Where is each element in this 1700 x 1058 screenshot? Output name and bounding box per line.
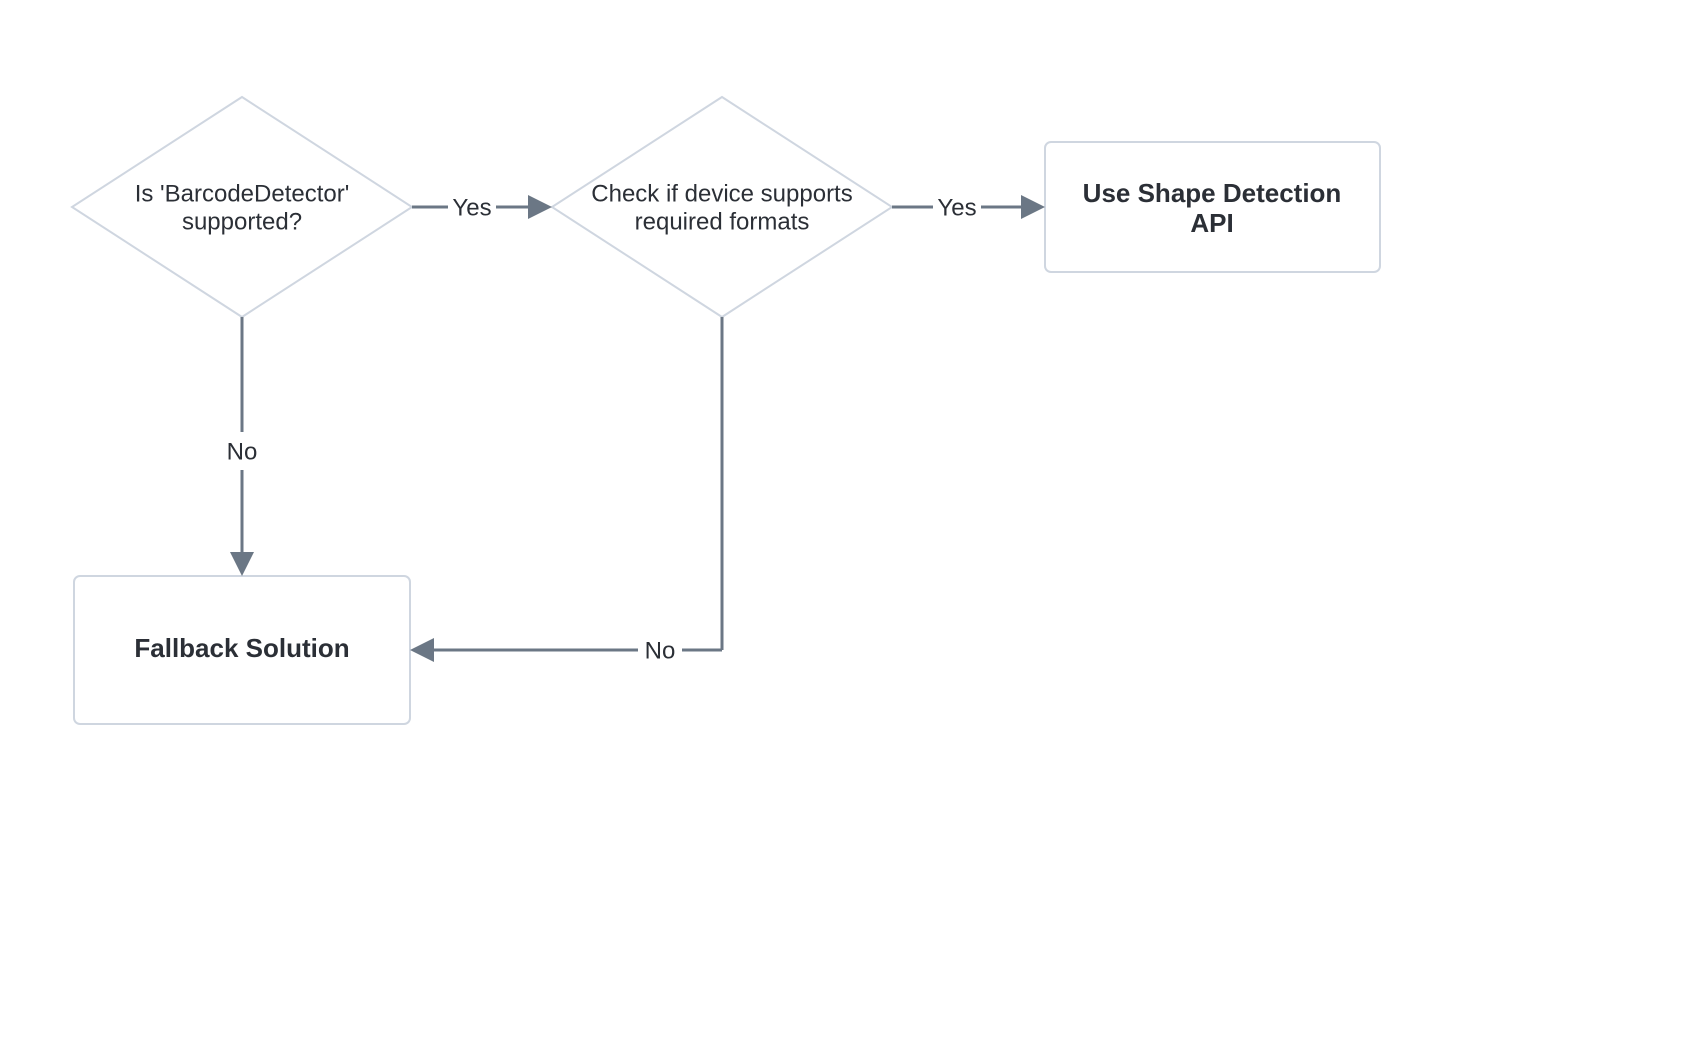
- edge-d1-no-label: No: [227, 438, 258, 465]
- edge-d1-yes-label: Yes: [452, 194, 491, 221]
- result1-line2: API: [1190, 208, 1233, 238]
- edge-d2-yes: Yes: [892, 190, 1039, 224]
- edge-d2-no: No: [416, 317, 722, 667]
- decision-barcodedetector-supported: Is 'BarcodeDetector' supported?: [72, 97, 412, 317]
- result2-line1: Fallback Solution: [134, 633, 349, 663]
- result-fallback-solution: Fallback Solution: [74, 576, 410, 724]
- edge-d2-no-label: No: [645, 637, 676, 664]
- decision2-line1: Check if device supports: [591, 180, 852, 207]
- edge-d2-yes-label: Yes: [937, 194, 976, 221]
- decision-device-supports-formats: Check if device supports required format…: [552, 97, 892, 317]
- decision1-line2: supported?: [182, 208, 302, 235]
- flowchart-diagram: Is 'BarcodeDetector' supported? Check if…: [0, 0, 1700, 1058]
- decision2-line2: required formats: [635, 208, 810, 235]
- edge-d1-no: No: [222, 317, 262, 570]
- result-use-shape-detection-api: Use Shape Detection API: [1045, 142, 1380, 272]
- result1-line1: Use Shape Detection: [1083, 178, 1342, 208]
- edge-d1-yes: Yes: [412, 190, 546, 224]
- decision1-line1: Is 'BarcodeDetector': [135, 180, 350, 207]
